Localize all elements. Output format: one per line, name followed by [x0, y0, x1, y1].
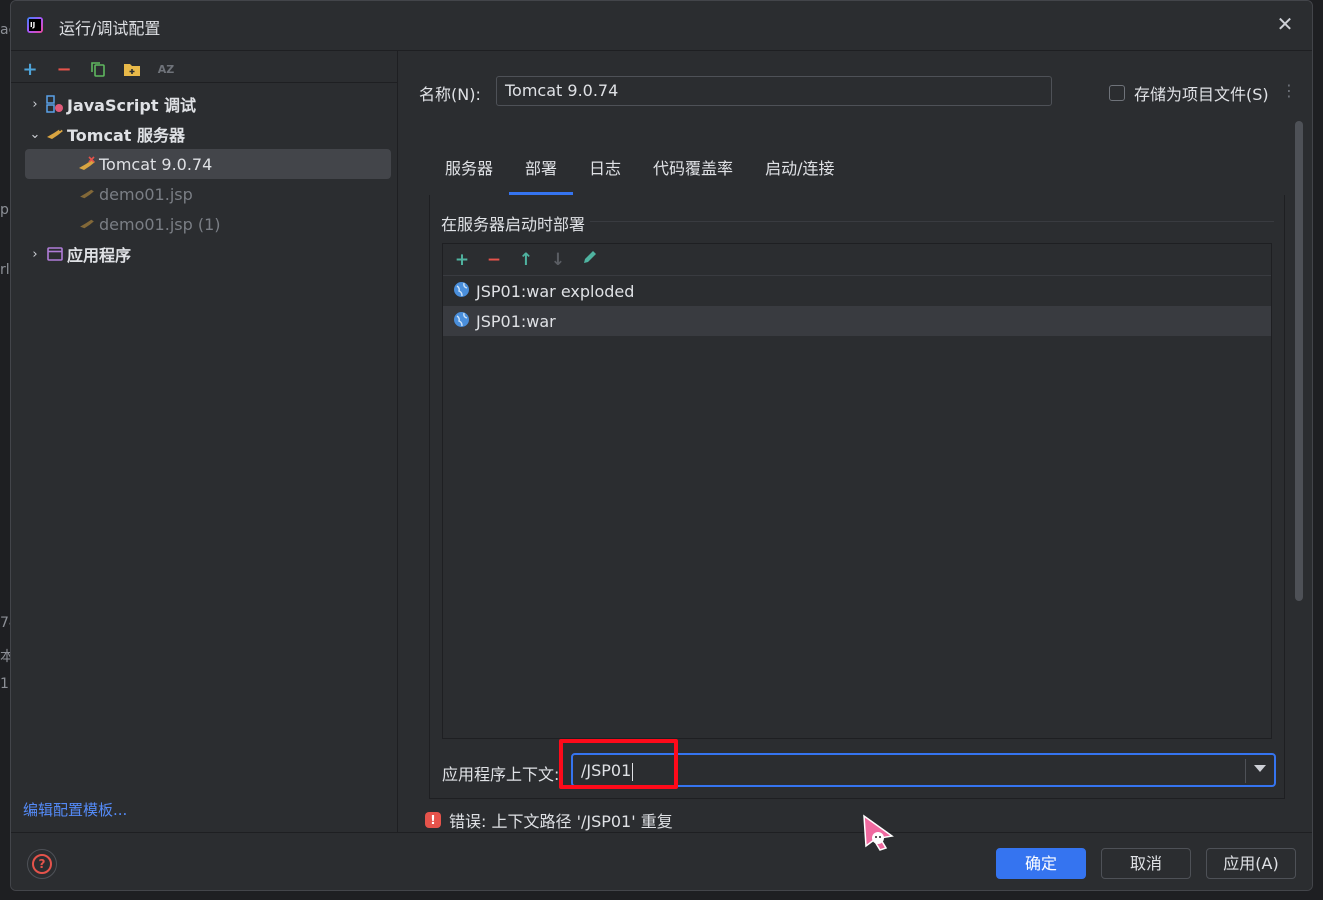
tab-code-coverage[interactable]: 代码覆盖率 — [637, 151, 749, 195]
edit-config-templates-link[interactable]: 编辑配置模板... — [23, 799, 127, 820]
name-label: 名称(N): — [419, 85, 481, 104]
web-globe-icon — [453, 281, 470, 302]
tomcat-icon — [77, 185, 97, 203]
intellij-app-icon — [27, 17, 43, 33]
help-icon: ? — [32, 854, 52, 874]
javascript-debug-icon — [45, 95, 65, 113]
tree-item-demo01-jsp[interactable]: demo01.jsp — [25, 179, 391, 209]
application-context-value[interactable]: /JSP01 — [581, 761, 634, 781]
more-options-icon[interactable]: ⋮ — [1281, 81, 1297, 100]
edit-artifact-icon[interactable] — [579, 249, 601, 271]
error-message: ! 错误: 上下文路径 '/JSP01' 重复 — [425, 808, 673, 832]
tree-item-label: Tomcat 服务器 — [67, 126, 185, 145]
toolbar-divider — [11, 82, 397, 83]
chevron-right-icon[interactable]: › — [25, 97, 45, 112]
close-icon[interactable]: ✕ — [1274, 13, 1296, 35]
artifact-label: JSP01:war — [476, 311, 556, 331]
application-context-label: 应用程序上下文: — [442, 765, 560, 784]
tab-startup-connection[interactable]: 启动/连接 — [749, 151, 850, 195]
chevron-right-icon[interactable]: › — [25, 247, 45, 262]
config-tree-panel: + − AZ › JavaScript 调试 ⌄ Tomcat 服务器 Tomc… — [11, 51, 398, 832]
tree-item-label: demo01.jsp — [99, 184, 193, 204]
tree-item-label: JavaScript 调试 — [67, 96, 197, 115]
run-debug-config-dialog: 运行/调试配置 ✕ + − AZ › JavaScript 调试 — [10, 0, 1313, 891]
remove-config-icon[interactable]: − — [53, 58, 75, 80]
add-artifact-icon[interactable]: + — [451, 249, 473, 271]
move-up-icon[interactable]: ↑ — [515, 249, 537, 271]
error-text: 错误: 上下文路径 '/JSP01' 重复 — [449, 812, 673, 831]
config-tabs: 服务器 部署 日志 代码覆盖率 启动/连接 — [429, 151, 850, 195]
artifact-list-toolbar: + − ↑ ↓ — [443, 244, 1271, 276]
application-icon — [45, 245, 65, 263]
combobox-divider — [1245, 759, 1246, 783]
application-context-combobox[interactable]: /JSP01 — [571, 753, 1276, 787]
new-folder-icon[interactable] — [121, 58, 143, 80]
list-item[interactable]: JSP01:war — [443, 306, 1271, 336]
tree-item-application[interactable]: › 应用程序 — [25, 239, 391, 269]
tomcat-icon — [77, 215, 97, 233]
dialog-title: 运行/调试配置 — [59, 19, 161, 38]
copy-config-icon[interactable] — [87, 58, 109, 80]
error-icon: ! — [425, 812, 441, 828]
store-as-project-file-label: 存储为项目文件(S) — [1134, 85, 1269, 104]
tab-logs[interactable]: 日志 — [573, 151, 637, 195]
tree-item-label: 应用程序 — [67, 246, 132, 265]
dropdown-arrow-icon[interactable] — [1254, 765, 1266, 772]
vertical-scrollbar[interactable] — [1295, 121, 1303, 601]
mouse-cursor-icon — [863, 814, 894, 851]
list-item[interactable]: JSP01:war exploded — [443, 276, 1271, 306]
tree-item-demo01-jsp-1[interactable]: demo01.jsp (1) — [25, 209, 391, 239]
deployment-panel: 在服务器启动时部署 + − ↑ ↓ JSP01:war exploded JSP… — [429, 195, 1285, 799]
tree-item-tomcat-9[interactable]: Tomcat 9.0.74 — [25, 149, 391, 179]
chevron-down-icon[interactable]: ⌄ — [25, 127, 45, 142]
background-fragment: 1 — [0, 676, 9, 692]
tree-item-tomcat-server[interactable]: ⌄ Tomcat 服务器 — [25, 119, 391, 149]
store-as-project-file[interactable]: 存储为项目文件(S) — [1109, 81, 1269, 105]
add-config-icon[interactable]: + — [19, 58, 41, 80]
tab-server[interactable]: 服务器 — [429, 151, 509, 195]
tomcat-icon — [45, 125, 65, 143]
sort-alphabetically-icon[interactable]: AZ — [155, 58, 177, 80]
remove-artifact-icon[interactable]: − — [483, 249, 505, 271]
tree-item-label: demo01.jsp (1) — [99, 214, 221, 234]
tomcat-error-icon — [77, 155, 97, 173]
config-detail-panel: 名称(N): Tomcat 9.0.74 存储为项目文件(S) ⋮ 服务器 部署… — [399, 51, 1312, 832]
help-button[interactable]: ? — [27, 849, 57, 879]
deploy-on-startup-title: 在服务器启动时部署 — [441, 215, 586, 234]
web-globe-icon — [453, 311, 470, 332]
background-fragment: rl — [0, 262, 10, 278]
title-bar: 运行/调试配置 ✕ — [11, 1, 1312, 51]
background-fragment: p — [0, 202, 9, 218]
move-down-icon[interactable]: ↓ — [547, 249, 569, 271]
store-as-project-file-checkbox[interactable] — [1109, 85, 1125, 101]
ok-button[interactable]: 确定 — [996, 848, 1086, 879]
cancel-button[interactable]: 取消 — [1101, 848, 1191, 879]
tree-item-javascript-debug[interactable]: › JavaScript 调试 — [25, 89, 391, 119]
artifact-label: JSP01:war exploded — [476, 281, 635, 301]
dialog-button-bar: ? 确定 取消 应用(A) — [11, 832, 1312, 890]
tree-item-label: Tomcat 9.0.74 — [99, 154, 213, 174]
config-tree: › JavaScript 调试 ⌄ Tomcat 服务器 Tomcat 9.0.… — [25, 89, 391, 269]
apply-button[interactable]: 应用(A) — [1206, 848, 1296, 879]
section-divider — [590, 221, 1274, 222]
tab-deployment[interactable]: 部署 — [509, 151, 574, 195]
config-tree-toolbar: + − AZ — [19, 57, 177, 81]
artifact-list: + − ↑ ↓ JSP01:war exploded JSP01:war — [442, 243, 1272, 739]
name-field[interactable]: Tomcat 9.0.74 — [496, 76, 1052, 106]
